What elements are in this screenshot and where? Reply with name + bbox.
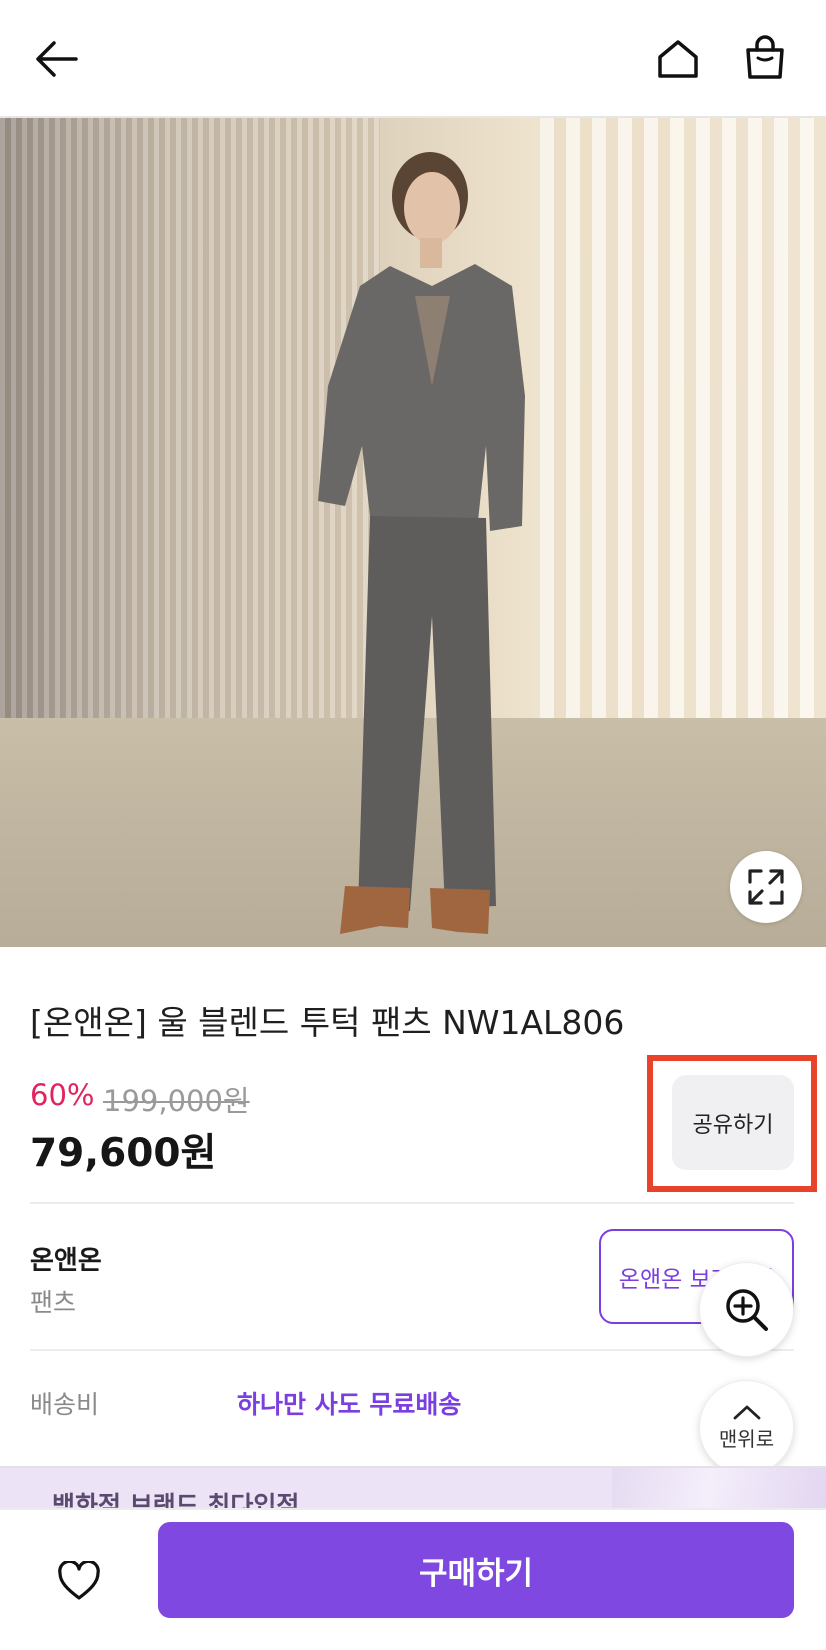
heart-icon xyxy=(58,1561,100,1600)
brand-name[interactable]: 온앤온 xyxy=(30,1240,102,1277)
divider xyxy=(30,1202,794,1204)
promo-banner[interactable]: 백화점 브랜드 최다입점 xyxy=(0,1466,826,1508)
zoom-in-icon xyxy=(725,1288,768,1331)
product-image[interactable] xyxy=(0,118,826,947)
banner-decoration xyxy=(612,1468,826,1508)
cart-button[interactable] xyxy=(733,26,797,90)
original-price: 199,000원 xyxy=(103,1084,250,1118)
sale-price: 79,600원 xyxy=(30,1131,217,1176)
back-arrow-icon xyxy=(36,41,78,77)
home-icon xyxy=(658,40,698,78)
share-button[interactable]: 공유하기 xyxy=(672,1075,794,1170)
discount-rate: 60% xyxy=(30,1078,95,1112)
brand-category: 팬츠 xyxy=(30,1288,77,1317)
shipping-value: 하나만 사도 무료배송 xyxy=(237,1390,462,1419)
zoom-button[interactable] xyxy=(699,1262,794,1357)
shopping-bag-icon xyxy=(746,35,784,79)
scroll-to-top-button[interactable]: 맨위로 xyxy=(699,1380,794,1475)
divider xyxy=(30,1349,794,1351)
banner-text: 백화점 브랜드 최다입점 xyxy=(52,1491,300,1508)
shipping-label: 배송비 xyxy=(30,1390,100,1419)
expand-icon xyxy=(748,869,784,905)
buy-button[interactable]: 구매하기 xyxy=(158,1522,794,1618)
bottom-action-bar: 구매하기 xyxy=(0,1508,826,1650)
product-title: [온앤온] 울 블렌드 투턱 팬츠 NW1AL806 xyxy=(30,1003,625,1042)
expand-image-button[interactable] xyxy=(730,851,802,923)
like-button[interactable] xyxy=(48,1550,110,1612)
scroll-to-top-label: 맨위로 xyxy=(718,1427,775,1451)
back-button[interactable] xyxy=(24,27,88,91)
model-figure xyxy=(318,152,525,934)
chevron-up-icon xyxy=(733,1405,760,1420)
home-button[interactable] xyxy=(646,27,710,91)
top-app-bar xyxy=(0,0,826,118)
